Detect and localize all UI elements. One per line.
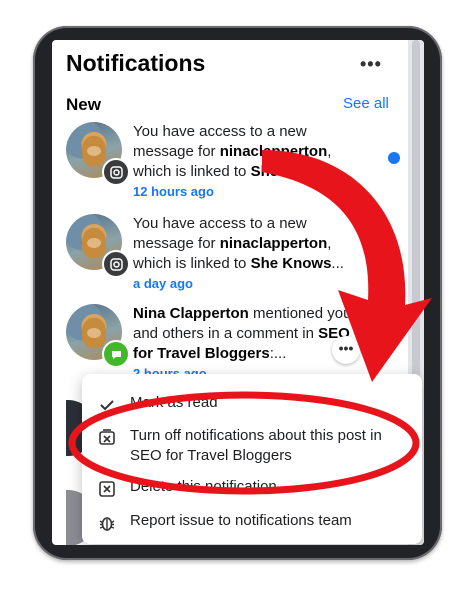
notifications-panel: Notifications ••• New See all You have a… — [52, 40, 424, 545]
instagram-icon — [102, 250, 130, 278]
see-all-link[interactable]: See all — [343, 95, 389, 112]
notification-item[interactable]: You have access to a new message for nin… — [66, 122, 406, 202]
notification-options-button[interactable]: ••• — [332, 336, 360, 364]
menu-item-turn-off-notifications[interactable]: Turn off notifications about this post i… — [96, 426, 416, 466]
notification-context-menu: Mark as read Turn off notifications abou… — [82, 374, 422, 544]
checkmark-icon — [96, 394, 118, 416]
messenger-icon — [102, 340, 130, 368]
menu-item-delete-notification[interactable]: Delete this notification — [96, 478, 416, 500]
bug-icon — [96, 512, 118, 534]
more-options-button[interactable]: ••• — [360, 54, 382, 75]
notification-text: You have access to a new message for nin… — [133, 122, 371, 202]
menu-item-report-issue[interactable]: Report issue to notifications team — [96, 512, 416, 534]
section-label-new: New — [66, 95, 101, 114]
notification-text: You have access to a new message for nin… — [133, 214, 371, 294]
notification-off-icon — [96, 426, 118, 448]
page-title: Notifications — [66, 50, 206, 76]
notification-time: 12 hours ago — [133, 184, 214, 199]
notification-time: a day ago — [133, 276, 193, 291]
unread-dot — [388, 152, 400, 164]
delete-notification-icon — [96, 478, 118, 500]
notification-item[interactable]: You have access to a new message for nin… — [66, 214, 406, 294]
unread-dot — [388, 246, 400, 258]
menu-item-mark-as-read[interactable]: Mark as read — [96, 394, 416, 416]
instagram-icon — [102, 158, 130, 186]
